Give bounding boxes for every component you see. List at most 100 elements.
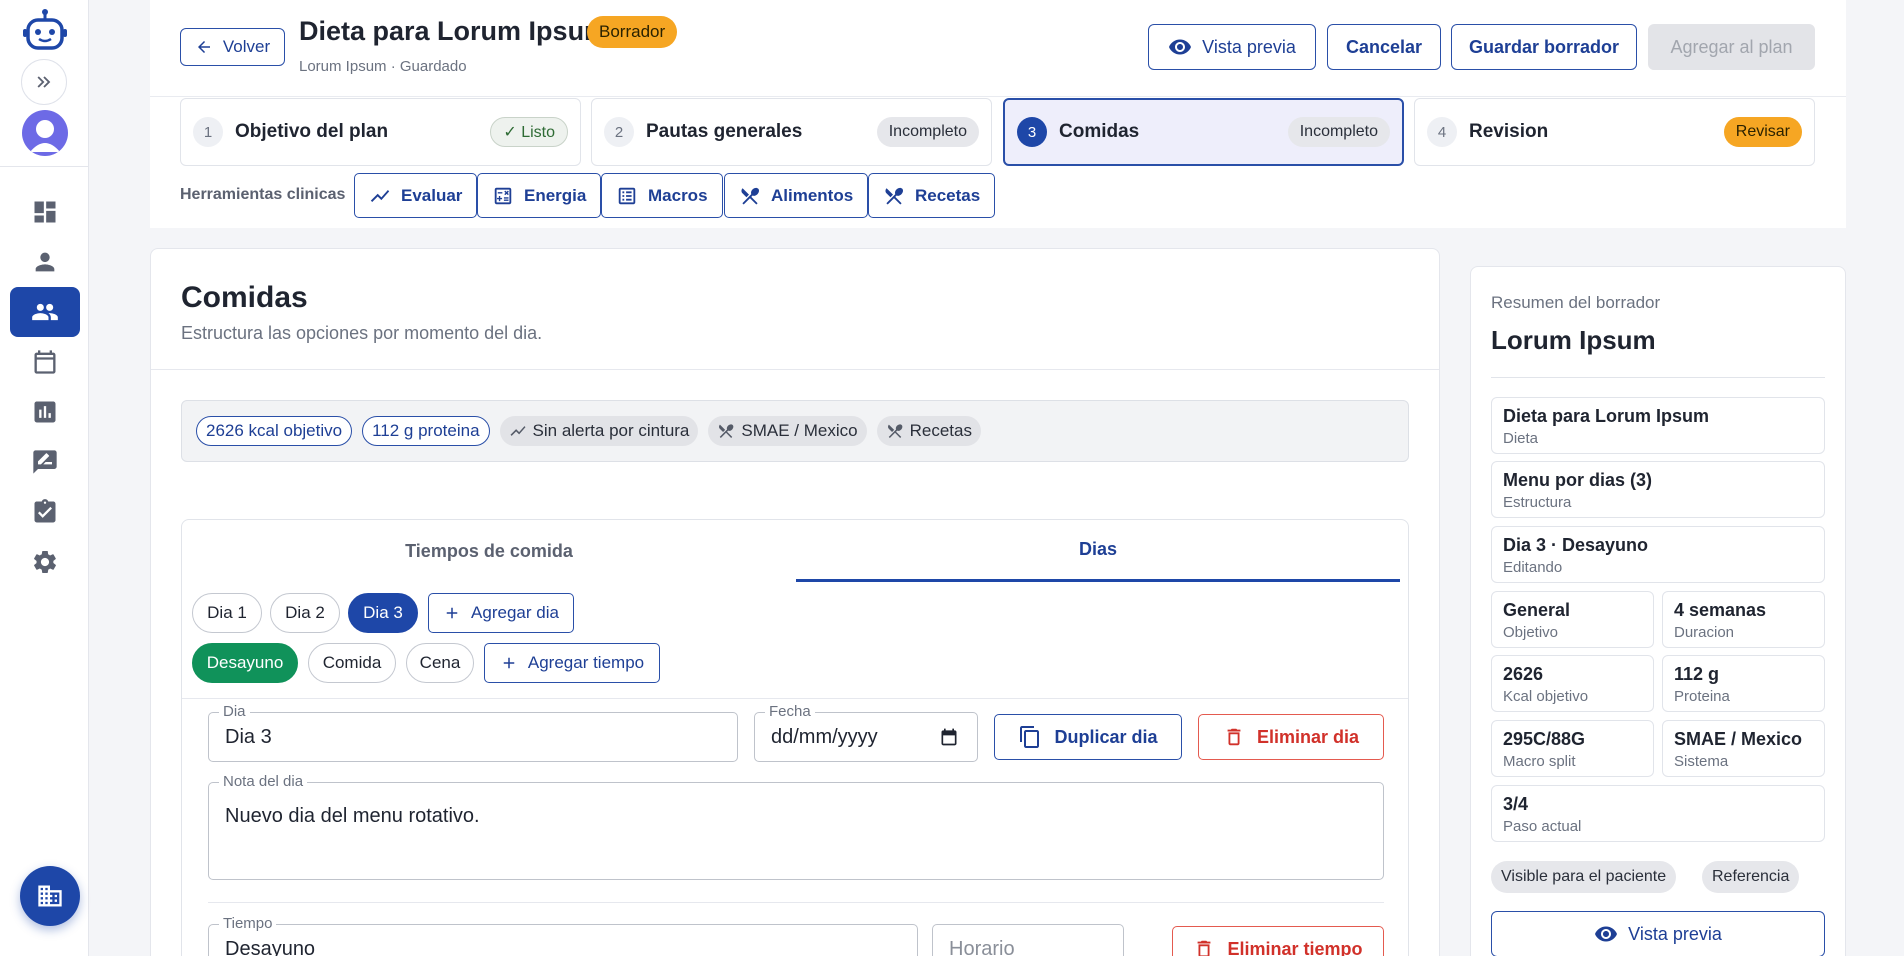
- plus-icon: [446, 607, 458, 619]
- calendar-icon[interactable]: [939, 727, 959, 747]
- meal-structure-card: Tiempos de comida Dias Dia 1 Dia 2 Dia 3…: [181, 519, 1409, 956]
- day-name-field[interactable]: Dia Dia 3: [208, 703, 738, 762]
- calculator-icon: [494, 187, 512, 204]
- people-icon: [32, 303, 58, 321]
- summary-cell-objective: General Objetivo: [1491, 591, 1654, 648]
- tool-foods-button[interactable]: Alimentos: [724, 173, 869, 218]
- protein-chip: 112 g proteina: [362, 416, 490, 446]
- delete-time-button[interactable]: Eliminar tiempo: [1172, 926, 1384, 956]
- meal-time-field[interactable]: Tiempo Desayuno: [208, 915, 918, 956]
- tool-label: Energia: [524, 185, 587, 205]
- field-label: Tiempo: [219, 915, 277, 932]
- delete-day-button[interactable]: Eliminar dia: [1198, 714, 1384, 760]
- sidebar-item-notes[interactable]: [10, 437, 80, 487]
- robot-logo-icon[interactable]: [22, 8, 68, 54]
- assignment-check-icon: [34, 499, 56, 523]
- save-draft-button[interactable]: Guardar borrador: [1451, 24, 1637, 70]
- tool-label: Evaluar: [401, 185, 463, 205]
- meal-pill-breakfast[interactable]: Desayuno: [192, 643, 298, 683]
- tab-days[interactable]: Dias: [796, 520, 1400, 582]
- summary-value: 4 semanas: [1674, 600, 1767, 620]
- sidebar-item-reports[interactable]: [10, 387, 80, 437]
- step-status-badge: ✓ Listo: [490, 117, 568, 147]
- kcal-chip: 2626 kcal objetivo: [196, 416, 353, 446]
- summary-key: Paso actual: [1503, 818, 1582, 835]
- day-pill-2[interactable]: Dia 2: [270, 593, 340, 633]
- summary-cell-kcal: 2626 Kcal objetivo: [1491, 655, 1654, 712]
- step-objective[interactable]: 1 Objetivo del plan ✓ Listo: [180, 98, 581, 166]
- sidebar-item-settings[interactable]: [10, 537, 80, 587]
- tool-recipes-button[interactable]: Recetas: [868, 173, 996, 218]
- section-title: Comidas: [181, 281, 308, 314]
- cancel-button[interactable]: Cancelar: [1327, 24, 1441, 70]
- dashboard-icon: [34, 201, 56, 223]
- utensils-icon: [887, 424, 902, 438]
- summary-value: Dia 3 · Desayuno: [1503, 535, 1649, 555]
- summary-row-structure: Menu por dias (3) Estructura: [1491, 461, 1825, 518]
- day-note-field[interactable]: Nota del dia Nuevo dia del menu rotativo…: [208, 773, 1384, 880]
- meal-pill-lunch[interactable]: Comida: [308, 643, 396, 683]
- step-meals[interactable]: 3 Comidas Incompleto: [1003, 98, 1404, 166]
- tool-evaluate-button[interactable]: Evaluar: [354, 173, 478, 218]
- summary-preview-button[interactable]: Vista previa: [1491, 911, 1825, 956]
- field-placeholder: dd/mm/yyyy: [771, 726, 878, 748]
- back-button[interactable]: Volver: [180, 28, 285, 66]
- chip-label: SMAE / Mexico: [741, 421, 858, 440]
- step-number: 3: [1017, 117, 1047, 147]
- utensils-icon: [885, 187, 903, 205]
- tool-label: Alimentos: [771, 185, 854, 205]
- page-title: Dieta para Lorum Ipsum: [299, 16, 609, 46]
- delete-time-label: Eliminar tiempo: [1227, 938, 1363, 956]
- tool-macros-button[interactable]: Macros: [601, 173, 723, 218]
- sidebar-item-calendar[interactable]: [10, 337, 80, 387]
- step-guidelines[interactable]: 2 Pautas generales Incompleto: [591, 98, 992, 166]
- sidebar-divider: [0, 166, 89, 167]
- step-label: Pautas generales: [646, 121, 803, 142]
- field-value: Dia 3: [225, 726, 272, 748]
- delete-day-label: Eliminar dia: [1256, 726, 1360, 747]
- summary-value: Menu por dias (3): [1503, 470, 1653, 490]
- summary-row-diet: Dieta para Lorum Ipsum Dieta: [1491, 397, 1825, 454]
- day-pill-1[interactable]: Dia 1: [192, 593, 262, 633]
- field-label: Dia: [219, 703, 250, 720]
- tool-energy-button[interactable]: Energia: [477, 173, 602, 218]
- summary-cell-duration: 4 semanas Duracion: [1662, 591, 1825, 648]
- expand-sidebar-button[interactable]: [21, 59, 67, 105]
- field-placeholder: Horario: [949, 938, 1015, 956]
- status-badge: Borrador: [587, 16, 678, 48]
- summary-key: Proteina: [1674, 688, 1730, 705]
- step-status-badge: Incompleto: [876, 117, 979, 147]
- step-label: Comidas: [1059, 121, 1140, 142]
- chip-label: Sin alerta por cintura: [532, 421, 690, 440]
- meal-pill-dinner[interactable]: Cena: [406, 643, 474, 683]
- schedule-field[interactable]: Horario: [932, 924, 1124, 956]
- day-pill-3[interactable]: Dia 3: [348, 593, 418, 633]
- clinical-tools-label: Herramientas clinicas: [180, 186, 346, 203]
- duplicate-day-button[interactable]: Duplicar dia: [994, 714, 1182, 760]
- preview-button[interactable]: Vista previa: [1148, 24, 1316, 70]
- summary-value: 2626: [1503, 664, 1544, 684]
- double-chevron-right-icon: [37, 76, 51, 88]
- summary-key: Duracion: [1674, 624, 1735, 641]
- sidebar-item-tasks[interactable]: [10, 487, 80, 537]
- sidebar-item-profile[interactable]: [10, 237, 80, 287]
- user-avatar[interactable]: [22, 110, 68, 156]
- waist-alert-chip: Sin alerta por cintura: [499, 416, 699, 446]
- summary-cell-macro-split: 295C/88G Macro split: [1491, 720, 1654, 777]
- add-to-plan-button[interactable]: Agregar al plan: [1648, 24, 1815, 70]
- checklist-icon: [618, 187, 636, 204]
- form-divider: [182, 698, 1408, 699]
- step-review[interactable]: 4 Revision Revisar: [1414, 98, 1815, 166]
- clinic-button[interactable]: [20, 866, 80, 926]
- tab-meal-times[interactable]: Tiempos de comida: [182, 520, 796, 582]
- summary-key: Dieta: [1503, 430, 1539, 447]
- add-day-button[interactable]: Agregar dia: [428, 593, 574, 633]
- page-subtitle: Lorum Ipsum · Guardado: [299, 58, 467, 75]
- add-time-button[interactable]: Agregar tiempo: [484, 643, 660, 683]
- date-field[interactable]: Fecha dd/mm/yyyy: [754, 703, 978, 762]
- sidebar-item-dashboard[interactable]: [10, 187, 80, 237]
- eye-icon: [1169, 39, 1192, 55]
- section-divider: [151, 369, 1439, 370]
- calendar-icon: [34, 350, 56, 374]
- sidebar-item-patients[interactable]: [10, 287, 80, 337]
